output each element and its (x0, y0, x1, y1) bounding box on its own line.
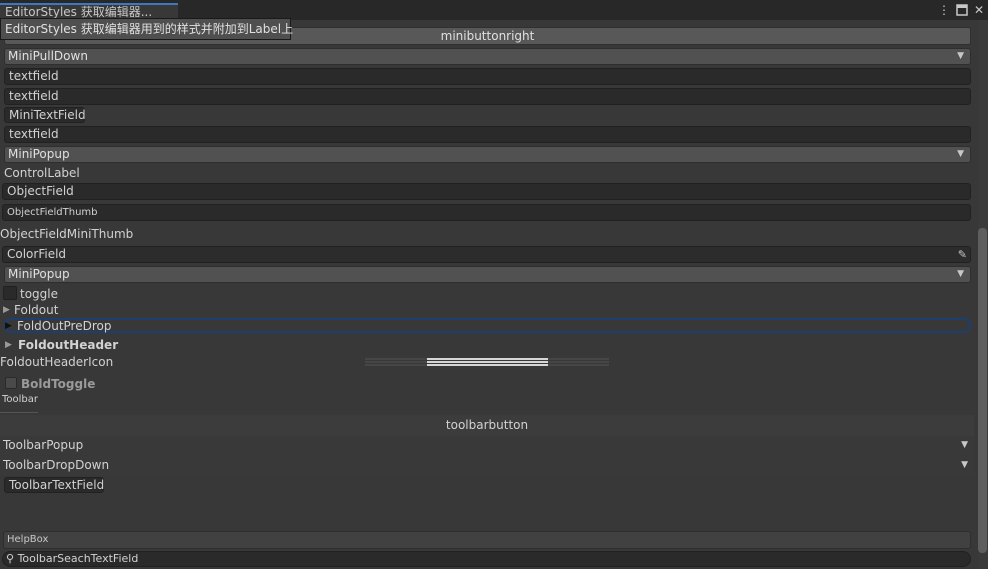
objectfield[interactable]: ObjectField (2, 183, 971, 200)
toolbarpopup-label: ToolbarPopup (3, 438, 84, 452)
toolbar-search-field[interactable]: ⚲ ToolbarSeachTextField (2, 551, 971, 567)
boldtoggle-label: BoldToggle (21, 377, 96, 391)
foldoutheader-label[interactable]: FoldoutHeader (18, 337, 118, 353)
toolbarbutton[interactable]: toolbarbutton (0, 415, 974, 436)
foldoutheader-arrow-icon[interactable]: ▶ (5, 339, 12, 351)
toolbarpopup[interactable]: ToolbarPopup ▼ (0, 436, 974, 455)
toggle-checkbox[interactable] (3, 286, 17, 300)
toolbar-search-label: ToolbarSeachTextField (17, 552, 139, 565)
kebab-menu-icon[interactable]: ⋮ (938, 2, 950, 18)
minipulldown-popup[interactable]: MiniPullDown ▼ (4, 48, 971, 65)
chevron-down-icon: ▼ (961, 460, 968, 470)
boldtoggle-checkbox[interactable] (5, 377, 17, 389)
chevron-down-icon: ▼ (957, 51, 964, 61)
scrollbar-thumb[interactable] (978, 228, 987, 553)
toolbardropdown[interactable]: ToolbarDropDown ▼ (0, 456, 974, 475)
minipopup-1[interactable]: MiniPopup ▼ (4, 146, 971, 163)
toolbar-label: Toolbar (2, 394, 39, 405)
chevron-down-icon: ▼ (957, 269, 964, 279)
maximize-icon[interactable] (954, 2, 970, 18)
control-label: ControlLabel (4, 166, 80, 180)
minipopup-1-label: MiniPopup (8, 147, 70, 161)
close-icon[interactable]: ✕ (972, 2, 986, 18)
foldoutpredrop-label: FoldOutPreDrop (17, 319, 112, 333)
foldoutpredrop-arrow-icon: ▶ (5, 321, 12, 331)
minipopup-2[interactable]: MiniPopup ▼ (4, 266, 971, 283)
colorfield[interactable]: ColorField ✎ (2, 246, 971, 263)
toggle-label: toggle (20, 287, 58, 301)
toolbartextfield[interactable]: ToolbarTextField (4, 477, 104, 493)
chevron-down-icon: ▼ (961, 440, 968, 450)
toolbardropdown-label: ToolbarDropDown (3, 458, 110, 472)
foldout-arrow-icon[interactable]: ▶ (3, 304, 10, 316)
objectfieldminithumb[interactable]: ObjectFieldMiniThumb (0, 226, 133, 242)
textfield-2[interactable]: textfield (4, 88, 971, 105)
foldoutheadericon-label: FoldoutHeaderIcon (0, 355, 114, 369)
tooltip: EditorStyles 获取编辑器用到的样式并附加到Label上 (0, 18, 293, 40)
foldoutheadericon-lines[interactable] (365, 356, 609, 366)
objectfieldthumb[interactable]: ObjectFieldThumb (2, 204, 971, 221)
textfield-3[interactable]: textfield (4, 126, 971, 143)
foldoutpredrop[interactable] (4, 318, 971, 333)
toolbar-divider (0, 412, 38, 413)
minipulldown-label: MiniPullDown (8, 49, 88, 63)
colorfield-label: ColorField (7, 247, 67, 261)
foldout-label[interactable]: Foldout (14, 302, 58, 318)
minitextfield[interactable]: MiniTextField (4, 107, 86, 123)
eyedropper-icon[interactable]: ✎ (958, 247, 967, 262)
minipopup-2-label: MiniPopup (8, 267, 70, 281)
chevron-down-icon: ▼ (957, 149, 964, 159)
textfield-1[interactable]: textfield (4, 68, 971, 85)
helpbox: HelpBox (3, 531, 971, 549)
search-icon: ⚲ (6, 552, 15, 565)
